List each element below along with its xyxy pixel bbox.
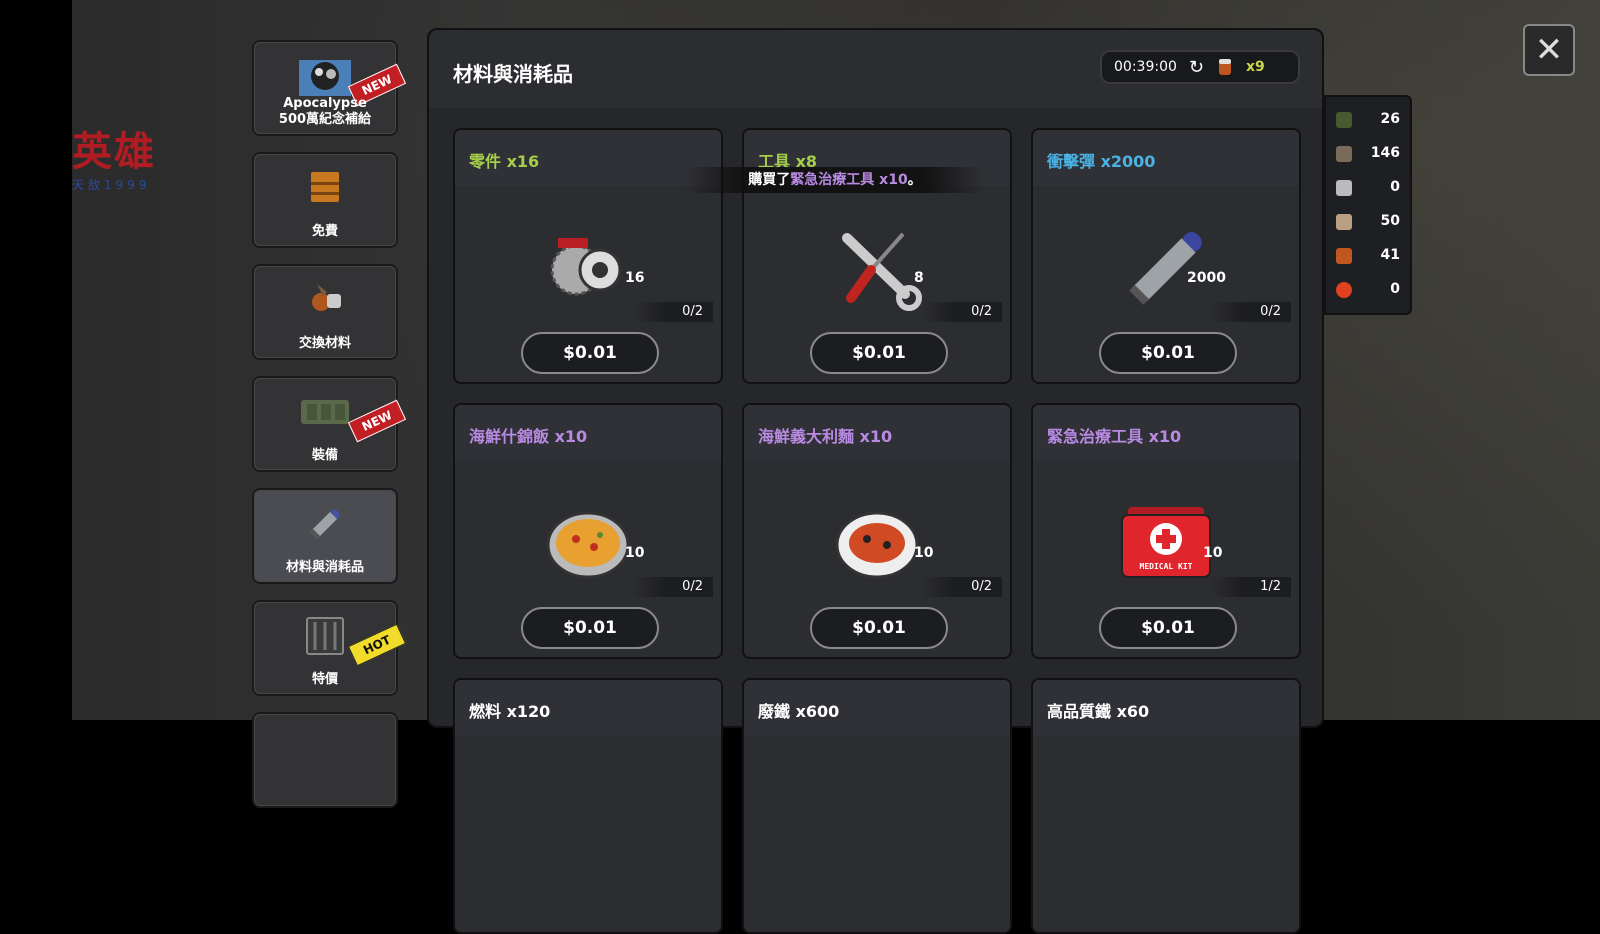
purchase-toast: 購買了緊急治療工具 x10。 xyxy=(685,167,985,193)
resource-row: 41 xyxy=(1326,239,1410,273)
sidebar-item-label: 特價 xyxy=(311,672,338,687)
buy-button[interactable]: $0.01 xyxy=(521,332,659,374)
purchase-limit: 0/2 xyxy=(633,577,713,597)
fire-icon xyxy=(1336,282,1352,298)
resource-value: 0 xyxy=(1390,179,1400,195)
shop-item-card[interactable]: 燃料 x120 xyxy=(453,678,723,934)
currency-icon xyxy=(1336,248,1352,264)
panel-header: 材料與消耗品 00:39:00 ↻ x9 xyxy=(429,30,1322,108)
apocalypse-icon xyxy=(299,60,351,96)
item-name: 零件 x16 xyxy=(469,152,540,171)
parts-icon xyxy=(550,238,622,296)
tools-icon xyxy=(842,232,922,311)
buy-button[interactable]: $0.01 xyxy=(521,607,659,649)
close-icon: ✕ xyxy=(1534,30,1564,70)
purchase-limit: 0/2 xyxy=(922,577,1002,597)
logo-title: 英雄 xyxy=(72,128,156,175)
purchase-limit: 0/2 xyxy=(922,302,1002,322)
medical-kit-icon: MEDICAL KIT xyxy=(1121,507,1211,578)
item-name: 廢鐵 x600 xyxy=(758,702,840,721)
hot-badge: HOT xyxy=(347,623,407,667)
sidebar-item-label: Apocalypse 500萬紀念補給 xyxy=(278,96,372,127)
buy-button[interactable]: $0.01 xyxy=(810,332,948,374)
refresh-timer: 00:39:00 xyxy=(1114,59,1177,75)
sidebar-item-free[interactable]: 免費 xyxy=(252,152,398,248)
toast-prefix: 購買了 xyxy=(748,172,791,188)
sidebar-item-label: 材料與消耗品 xyxy=(285,560,364,575)
sidebar-item-label: 裝備 xyxy=(311,448,338,463)
resource-row: 50 xyxy=(1326,205,1410,239)
sidebar-item-equipment[interactable]: NEW 裝備 xyxy=(252,376,407,472)
buy-button[interactable]: $0.01 xyxy=(1099,607,1237,649)
purchase-limit: 0/2 xyxy=(633,302,713,322)
crate-icon xyxy=(306,617,344,655)
purchase-limit: 1/2 xyxy=(1211,577,1291,597)
timer-box: 00:39:00 ↻ x9 xyxy=(1100,50,1300,84)
currency-icon xyxy=(1218,59,1231,75)
buy-button[interactable]: $0.01 xyxy=(810,607,948,649)
bullet-icon xyxy=(1129,232,1202,305)
shop-item-card[interactable]: 高品質鐵 x60 xyxy=(1031,678,1301,934)
resource-panel: 26 146 0 50 41 0 xyxy=(1324,95,1412,315)
shop-item-card[interactable]: 零件 x16 16 0/2 $0.01 xyxy=(453,128,723,384)
cloth-icon xyxy=(1336,214,1352,230)
sidebar-item-consumables[interactable]: 材料與消耗品 xyxy=(252,488,398,584)
currency-count: x9 xyxy=(1245,59,1265,75)
sidebar-item-apocalypse[interactable]: NEW Apocalypse 500萬紀念補給 xyxy=(252,40,407,136)
materials-icon xyxy=(312,284,341,311)
item-quantity: 10 xyxy=(625,545,645,561)
sidebar-item-exchange[interactable]: 交換材料 xyxy=(252,264,398,360)
medical-kit-label: MEDICAL KIT xyxy=(1140,562,1193,571)
item-name: 高品質鐵 x60 xyxy=(1047,702,1150,721)
item-name: 燃料 x120 xyxy=(469,702,551,721)
shop-item-card[interactable]: 衝擊彈 x2000 2000 0/2 $0.01 xyxy=(1031,128,1301,384)
toast-item: 緊急治療工具 x10 xyxy=(790,172,908,188)
refresh-icon[interactable]: ↻ xyxy=(1189,57,1204,78)
shop-item-card[interactable]: 緊急治療工具 x10 MEDICAL KIT 10 1/2 $0.01 xyxy=(1031,403,1301,659)
purchase-limit: 0/2 xyxy=(1211,302,1291,322)
pasta-icon xyxy=(835,511,919,579)
item-name: 衝擊彈 x2000 xyxy=(1047,152,1156,171)
resource-value: 0 xyxy=(1390,281,1400,297)
sidebar-item-label: 免費 xyxy=(311,224,338,239)
item-name: 海鮮義大利麵 x10 xyxy=(758,427,893,446)
item-quantity: 2000 xyxy=(1187,270,1226,286)
toast-suffix: 。 xyxy=(907,172,922,188)
game-logo: 英雄 天敌1999 xyxy=(72,130,172,193)
sidebar-item-label: 交換材料 xyxy=(298,336,351,351)
item-quantity: 10 xyxy=(1203,545,1223,561)
chest-icon xyxy=(311,172,339,202)
resource-value: 50 xyxy=(1380,213,1400,229)
buy-button[interactable]: $0.01 xyxy=(1099,332,1237,374)
scrap-icon xyxy=(1336,146,1352,162)
item-quantity: 8 xyxy=(914,270,924,286)
iron-bar-icon xyxy=(1336,180,1352,196)
resource-value: 146 xyxy=(1370,145,1400,161)
resource-row: 146 xyxy=(1326,137,1410,171)
fuel-can-icon xyxy=(1336,112,1352,128)
sidebar-item-more[interactable] xyxy=(252,712,398,808)
equipment-case-icon xyxy=(301,400,349,424)
new-badge: NEW xyxy=(347,399,407,443)
bullet-icon xyxy=(310,509,340,539)
logo-subtitle: 天敌1999 xyxy=(72,178,151,192)
item-quantity: 16 xyxy=(625,270,645,286)
item-quantity: 10 xyxy=(914,545,934,561)
item-name: 海鮮什錦飯 x10 xyxy=(469,427,588,446)
resource-row: 0 xyxy=(1326,273,1410,307)
shop-item-card[interactable]: 海鮮義大利麵 x10 10 0/2 $0.01 xyxy=(742,403,1012,659)
resource-value: 26 xyxy=(1380,111,1400,127)
resource-row: 26 xyxy=(1326,103,1410,137)
paella-icon xyxy=(546,511,630,579)
shop-item-card[interactable]: 廢鐵 x600 xyxy=(742,678,1012,934)
page-title: 材料與消耗品 xyxy=(453,62,573,86)
item-name: 緊急治療工具 x10 xyxy=(1047,427,1182,446)
resource-row: 0 xyxy=(1326,171,1410,205)
sidebar-item-special[interactable]: HOT 特價 xyxy=(252,600,407,696)
resource-value: 41 xyxy=(1380,247,1400,263)
close-button[interactable]: ✕ xyxy=(1523,24,1575,76)
shop-item-card[interactable]: 海鮮什錦飯 x10 10 0/2 $0.01 xyxy=(453,403,723,659)
